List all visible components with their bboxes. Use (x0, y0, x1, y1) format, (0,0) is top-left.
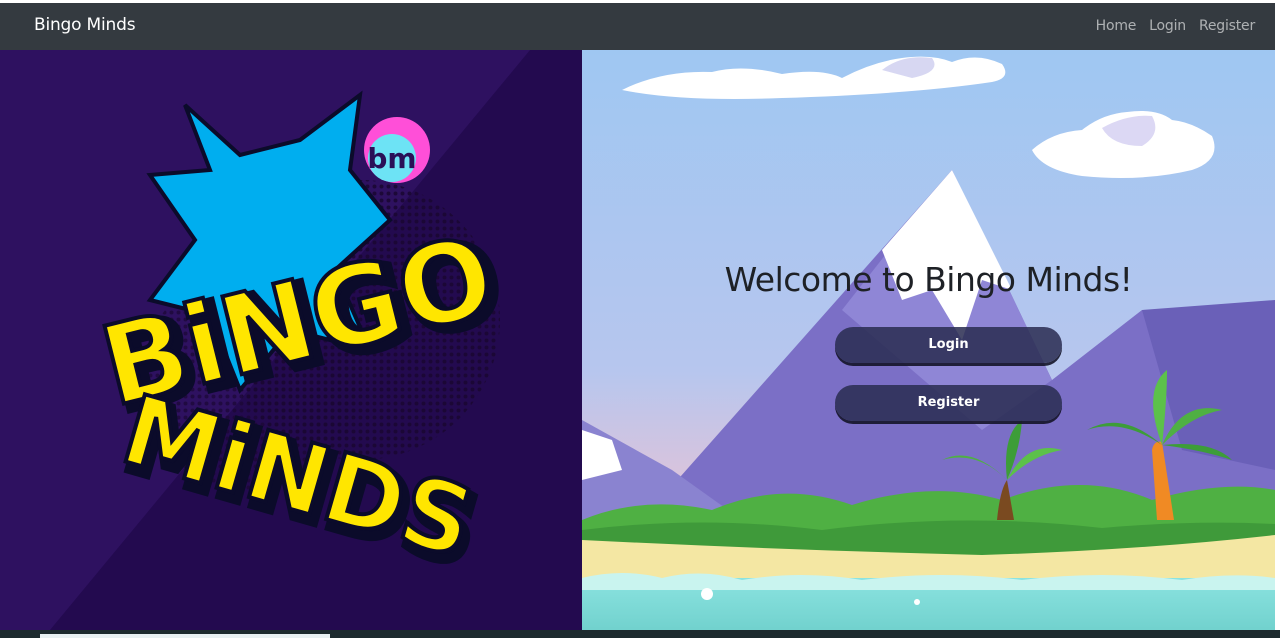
nav-links: Home Login Register (1096, 18, 1256, 34)
logo-panel: bm BiNGO BiNGO MiNDS MiNDS (0, 50, 582, 630)
window-edge (1275, 3, 1280, 638)
register-button[interactable]: Register (835, 385, 1062, 421)
brand-link[interactable]: Bingo Minds (34, 15, 136, 35)
navbar: Bingo Minds Home Login Register (0, 3, 1275, 50)
nav-home-link[interactable]: Home (1096, 18, 1137, 34)
nav-register-link[interactable]: Register (1199, 18, 1255, 34)
nav-login-link[interactable]: Login (1149, 18, 1186, 34)
horizontal-scrollbar[interactable] (40, 634, 330, 638)
badge-text: bm (367, 142, 416, 175)
hero-panel: Welcome to Bingo Minds! Login Register (582, 50, 1275, 635)
bingo-minds-logo: bm BiNGO BiNGO MiNDS MiNDS (0, 50, 582, 630)
login-button[interactable]: Login (835, 327, 1062, 363)
welcome-heading: Welcome to Bingo Minds! (724, 260, 1133, 299)
